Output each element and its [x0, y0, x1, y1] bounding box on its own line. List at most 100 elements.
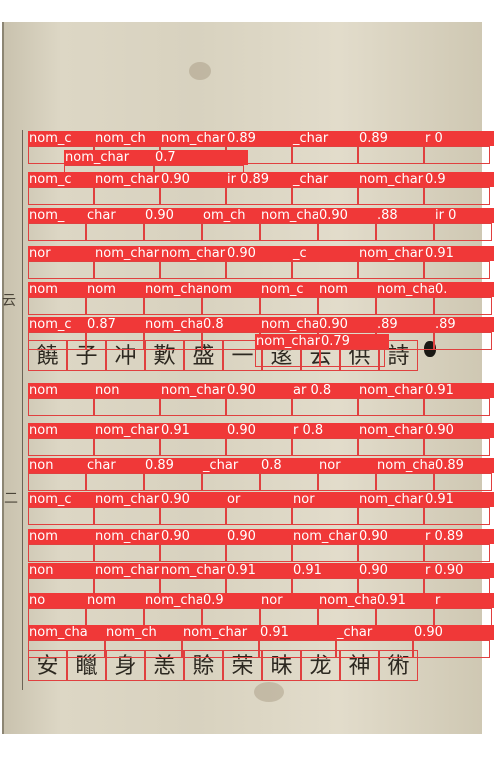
- detection-label: nom_char: [94, 423, 164, 438]
- detection-box: [28, 640, 105, 658]
- detection-box: [160, 507, 226, 525]
- detection-box: [292, 398, 358, 416]
- detection-label: nom_cha: [28, 625, 109, 640]
- detection-box: [424, 261, 490, 279]
- detection-label: nom_char: [358, 172, 428, 187]
- detection-label: 0.90: [144, 208, 206, 223]
- detection-label: 0.89: [358, 131, 428, 146]
- detection-box: [202, 608, 260, 626]
- detection-box: [376, 297, 434, 315]
- detection-label: 0.90: [358, 563, 428, 578]
- detection-box: [105, 640, 182, 658]
- detection-box: [226, 507, 292, 525]
- detection-label: nor: [318, 458, 380, 473]
- detection-box: [86, 297, 144, 315]
- detection-box: [358, 438, 424, 456]
- detection-box: [318, 473, 376, 491]
- detection-box: [292, 544, 358, 562]
- detection-label: 0.87: [86, 317, 148, 332]
- detection-box: [28, 544, 94, 562]
- detection-label: nom_char: [144, 282, 206, 297]
- detection-box: [292, 507, 358, 525]
- detection-label: nom_char: [160, 131, 230, 146]
- detection-box: [28, 398, 94, 416]
- detection-label: 0.8: [260, 458, 322, 473]
- detection-box: [94, 398, 160, 416]
- detection-label: nor: [292, 492, 362, 507]
- detection-label: nom: [28, 529, 98, 544]
- detection-label: nom: [202, 282, 264, 297]
- detection-label: 0.91: [259, 625, 340, 640]
- detection-label: 0.8: [202, 317, 264, 332]
- detection-label: 0.89: [434, 458, 494, 473]
- detection-label: r 0.8: [292, 423, 362, 438]
- detection-label: nom_char: [144, 317, 206, 332]
- detection-box: [226, 187, 292, 205]
- detection-label: nom_char: [182, 625, 263, 640]
- detection-box: [260, 297, 318, 315]
- detection-box: [318, 223, 376, 241]
- detection-box: [28, 507, 94, 525]
- detection-label: non: [28, 458, 90, 473]
- detection-label: nom: [86, 282, 148, 297]
- detection-label: 0.89: [144, 458, 206, 473]
- detection-box: [434, 608, 492, 626]
- detection-box: [144, 608, 202, 626]
- detection-label: r 0.90: [424, 563, 494, 578]
- detection-label: nom_c: [28, 492, 98, 507]
- detection-box: [318, 608, 376, 626]
- detection-label: nom_c: [260, 282, 322, 297]
- detection-label: 0.7: [154, 150, 248, 165]
- detection-box: [424, 507, 490, 525]
- detection-label: nom_char: [94, 246, 164, 261]
- detection-label: nom_char: [376, 458, 438, 473]
- detection-box: [424, 398, 490, 416]
- detection-label: non: [28, 563, 98, 578]
- detection-box: [144, 223, 202, 241]
- detection-box: [226, 398, 292, 416]
- detection-label: 0.90: [226, 383, 296, 398]
- detection-box: [259, 640, 336, 658]
- detection-box: [318, 297, 376, 315]
- detection-label: nom_char: [318, 593, 380, 608]
- detection-box: [144, 473, 202, 491]
- detection-box: [336, 640, 413, 658]
- detection-box: [424, 187, 490, 205]
- detection-label: 0.90: [226, 423, 296, 438]
- detection-box: [202, 297, 260, 315]
- detection-box: [94, 507, 160, 525]
- detection-label: nom_ch: [94, 131, 164, 146]
- detection-box: [292, 438, 358, 456]
- detection-label: _char: [336, 625, 417, 640]
- detection-box: [202, 223, 260, 241]
- detection-box: [292, 146, 358, 164]
- detection-label: nom_char: [358, 246, 428, 261]
- detection-box: [86, 332, 144, 350]
- detection-label: om_ch: [202, 208, 264, 223]
- detection-label: ir 0: [434, 208, 494, 223]
- detection-label: nom_char: [64, 150, 158, 165]
- detection-label: nom: [86, 593, 148, 608]
- detection-box: [226, 438, 292, 456]
- detection-label: nom: [28, 423, 98, 438]
- detection-label: 0.89: [226, 131, 296, 146]
- detection-label: 0.91: [424, 492, 494, 507]
- detection-label: nom_char: [160, 246, 230, 261]
- detection-label: nom: [318, 282, 380, 297]
- detection-label: nom_char: [358, 492, 428, 507]
- detection-box: [260, 223, 318, 241]
- detection-label: nom_: [28, 208, 90, 223]
- detection-box: [160, 398, 226, 416]
- margin-glyph: 二: [4, 491, 18, 507]
- detection-label: 0.90: [160, 172, 230, 187]
- detection-label: char: [86, 458, 148, 473]
- detection-box: [358, 544, 424, 562]
- detection-label: nom_char: [255, 334, 324, 349]
- detection-label: 0.91: [160, 423, 230, 438]
- detection-box: [226, 544, 292, 562]
- margin-glyph: 云: [2, 293, 16, 309]
- detection-label: nom_ch: [105, 625, 186, 640]
- detection-label: _char: [292, 131, 362, 146]
- detection-box: [226, 261, 292, 279]
- paper-stain: [254, 682, 284, 702]
